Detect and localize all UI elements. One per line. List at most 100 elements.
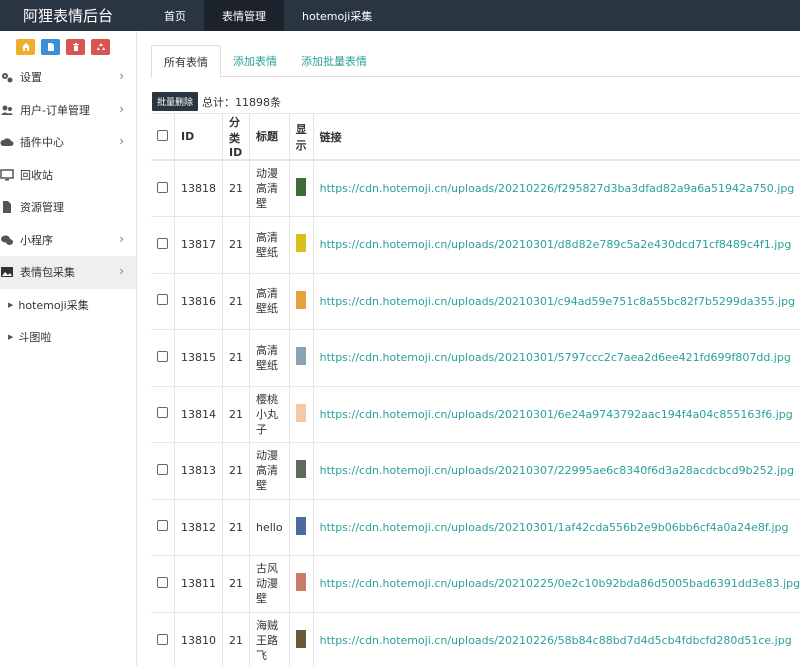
row-thumbnail-cell [289,272,314,330]
file-icon [47,43,54,51]
sidebar-label-users-orders: 用户-订单管理 [20,103,90,117]
sidebar-label-resources: 资源管理 [20,201,64,215]
emoji-thumbnail[interactable] [295,460,306,479]
row-link[interactable]: https://cdn.hotemoji.cn/uploads/20210301… [313,385,800,443]
row-link[interactable]: https://cdn.hotemoji.cn/uploads/20210226… [313,159,800,217]
row-category-id: 21 [222,329,250,386]
row-checkbox[interactable] [157,407,168,419]
recycle-button[interactable] [91,39,110,55]
caret-right-icon: ▶ [8,333,14,342]
row-title: 樱桃小丸子 [249,385,290,443]
row-checkbox[interactable] [157,294,168,306]
emoji-thumbnail[interactable] [295,234,306,253]
row-id: 13818 [174,159,223,217]
row-link[interactable]: https://cdn.hotemoji.cn/uploads/20210301… [313,498,800,556]
trash-icon [72,43,79,51]
chevron-right-icon: › [119,101,124,116]
row-title: 高清壁纸 [249,272,290,330]
table-row: 13810 21 海贼王路飞 https://cdn.hotemoji.cn/uplo… [151,611,800,666]
row-select-cell [151,611,175,666]
emoji-thumbnail[interactable] [295,516,306,535]
row-checkbox[interactable] [157,520,168,532]
row-select-cell [151,272,175,330]
row-checkbox[interactable] [157,350,168,362]
row-category-id: 21 [222,216,250,273]
chevron-right-icon: › [119,264,124,278]
header-display[interactable]: 显示 [289,113,314,161]
row-checkbox[interactable] [157,633,168,645]
row-select-cell [151,216,175,273]
batch-delete-button[interactable]: 批量删除 [152,92,199,111]
row-id: 13813 [174,442,223,499]
sidebar-item-recycle-bin[interactable]: 回收站 [0,159,136,192]
row-category-id: 21 [222,159,250,217]
sidebar-subitem-hotemoji[interactable]: ▶ hotemoji采集 [0,289,136,322]
header-title[interactable]: 标题 [249,113,290,161]
sidebar-label-recycle-bin: 回收站 [20,168,53,182]
row-select-cell [151,329,175,386]
header-category-id[interactable]: 分类ID [222,113,250,161]
monitor-icon [0,168,20,182]
tab-add-batch-emoji[interactable]: 添加批量表情 [289,45,379,77]
chevron-right-icon: › [119,134,124,148]
row-id: 13812 [174,498,223,556]
row-id: 13815 [174,329,223,386]
gears-icon [0,70,20,84]
emoji-thumbnail[interactable] [295,347,306,366]
sidebar-item-settings[interactable]: 设置 › [0,61,136,94]
table-row: 13813 21 动漫高清壁 https://cdn.hotemoji.cn/uplo… [151,442,800,499]
document-icon [0,200,20,214]
nav-home[interactable]: 首页 [146,0,204,31]
trash-button[interactable] [66,39,85,55]
table-row: 13811 21 古风动漫壁 https://cdn.hotemoji.cn/uplo… [151,555,800,612]
emoji-thumbnail[interactable] [295,178,306,196]
nav-hotemoji-collect[interactable]: hotemoji采集 [284,0,390,31]
sidebar-item-miniprogram[interactable]: 小程序 › [0,224,136,257]
row-link[interactable]: https://cdn.hotemoji.cn/uploads/20210301… [313,272,800,330]
row-category-id: 21 [222,555,250,612]
row-id: 13817 [174,216,223,273]
table-row: 13817 21 高清壁纸 https://cdn.hotemoji.cn/uploa… [151,216,800,273]
row-checkbox[interactable] [157,463,168,475]
sidebar-subitem-doutula[interactable]: ▶ 斗图啦 [0,321,136,354]
total-count: 总计：11898条 [202,95,282,109]
header-link[interactable]: 链接 [313,113,800,161]
emoji-thumbnail[interactable] [295,573,306,592]
row-link[interactable]: https://cdn.hotemoji.cn/uploads/20210226… [313,611,800,666]
sidebar-item-plugins[interactable]: 插件中心 › [0,126,136,159]
row-title: 动漫高清壁 [249,159,290,217]
select-all-checkbox[interactable] [157,129,168,141]
row-checkbox[interactable] [157,181,168,193]
home-button[interactable] [16,39,35,55]
tab-all-emojis[interactable]: 所有表情 [151,45,221,78]
row-link[interactable]: https://cdn.hotemoji.cn/uploads/20210301… [313,329,800,386]
row-thumbnail-cell [289,329,314,386]
nav-emoji-management[interactable]: 表情管理 [204,0,284,31]
row-category-id: 21 [222,385,250,443]
row-link[interactable]: https://cdn.hotemoji.cn/uploads/20210307… [313,442,800,499]
emoji-thumbnail[interactable] [295,630,306,648]
row-link[interactable]: https://cdn.hotemoji.cn/uploads/20210301… [313,216,800,273]
sidebar-item-resources[interactable]: 资源管理 [0,191,136,224]
emoji-thumbnail[interactable] [295,403,306,422]
sidebar-item-emoji-collect[interactable]: 表情包采集 › [0,256,136,289]
tab-add-emoji[interactable]: 添加表情 [221,45,289,77]
row-thumbnail-cell [289,385,314,443]
emoji-thumbnail[interactable] [295,290,306,309]
users-icon [0,103,20,117]
sidebar-label-settings: 设置 [20,71,42,85]
file-button[interactable] [41,39,60,55]
row-checkbox[interactable] [157,237,168,249]
top-bar: 阿狸表情后台 首页 表情管理 hotemoji采集 [0,0,800,31]
row-thumbnail-cell [289,216,314,273]
caret-right-icon: ▶ [8,300,14,309]
row-link[interactable]: https://cdn.hotemoji.cn/uploads/20210225… [313,555,800,612]
row-checkbox[interactable] [157,576,168,588]
row-select-cell [151,498,175,556]
cloud-icon [0,135,20,149]
header-id[interactable]: ID [174,113,223,161]
row-thumbnail-cell [289,555,314,612]
row-title: 高清壁纸 [249,329,290,386]
sidebar-item-users-orders[interactable]: 用户-订单管理 › [0,94,136,127]
table-row: 13815 21 高清壁纸 https://cdn.hotemoji.cn/uploa… [151,329,800,386]
